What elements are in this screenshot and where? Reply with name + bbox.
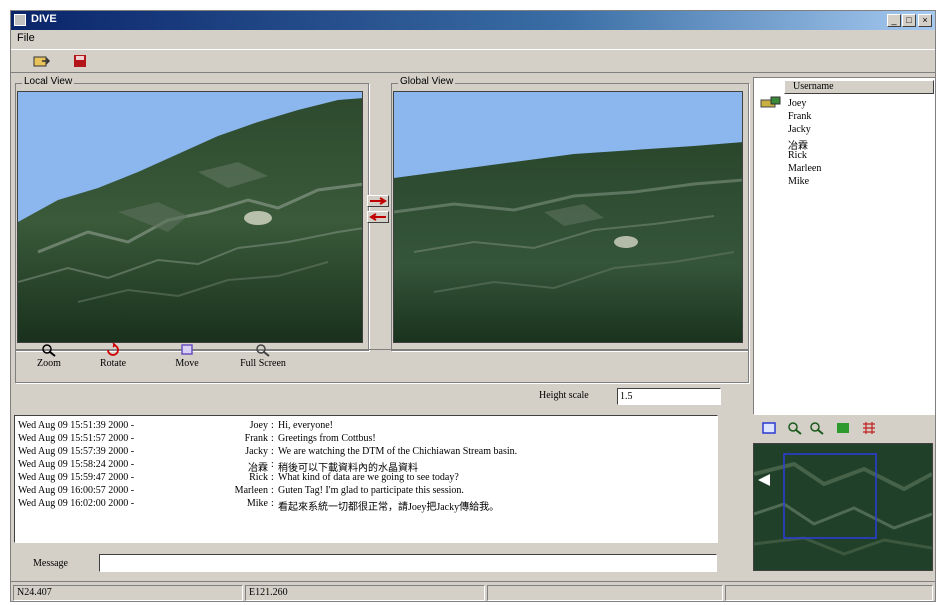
chat-separator: : [271,498,274,509]
terrain-render-global [394,142,742,342]
sync-to-global-button[interactable] [367,195,389,207]
status-cell-4 [725,585,933,601]
move-label: Move [175,358,199,369]
chat-separator: : [271,472,274,483]
user-list-item[interactable]: Marleen [788,163,821,176]
chat-separator: : [271,446,274,457]
chat-user: Jacky [245,446,268,457]
chat-text: Greetings from Cottbus! [278,433,376,444]
status-bar: N24.407 E121.260 [11,581,935,602]
chat-text: We are watching the DTM of the Chichiawa… [278,446,518,457]
global-view-label: Global View [398,76,456,87]
global-view-canvas[interactable] [393,91,743,343]
chat-timestamp: Wed Aug 09 15:51:39 2000 - [18,420,135,431]
chat-text: Guten Tag! I'm glad to participate this … [278,485,464,496]
rotate-tool[interactable]: Rotate [85,343,141,369]
status-cell-3 [487,585,723,601]
status-longitude: E121.260 [245,585,485,601]
message-input[interactable] [99,554,717,572]
chat-user: Rick [249,472,268,483]
chat-separator: : [271,420,274,431]
save-icon[interactable] [71,54,89,68]
chat-user: Mike [246,498,268,509]
local-view-label: Local View [22,76,75,87]
user-list-item[interactable]: Mike [788,176,809,189]
message-label: Message [33,558,68,569]
terrain-render-local [18,98,362,342]
menu-file[interactable]: File [17,32,35,44]
arrow-right-icon [370,197,387,205]
chat-log[interactable]: Wed Aug 09 15:51:39 2000 - Joey: Hi, every… [14,415,718,543]
local-view-canvas[interactable] [17,91,363,343]
grid-map-icon[interactable] [861,421,877,435]
overview-map[interactable] [753,443,933,571]
chat-timestamp: Wed Aug 09 15:57:39 2000 - [18,446,135,457]
user-list-header[interactable]: Username [784,80,934,94]
user-list-item[interactable]: Rick [788,150,807,163]
chat-timestamp: Wed Aug 09 15:59:47 2000 - [18,472,135,483]
zoom-label: Zoom [37,358,61,369]
refresh-map-icon[interactable] [835,421,851,435]
app-window: DIVE _ □ × File Local View Global View Z… [10,10,936,602]
chat-timestamp: Wed Aug 09 15:58:24 2000 - [18,459,135,470]
minimize-button[interactable]: _ [887,14,901,27]
close-button[interactable]: × [918,14,932,27]
chat-separator: : [271,485,274,496]
user-list-item[interactable]: Jacky [788,124,811,137]
user-list: Username Joey Frank Jacky 冶霖 Rick Marleen Mike [753,77,935,415]
chat-user: Joey [249,420,268,431]
user-list-item[interactable]: 冶霖 [788,137,808,152]
toolbar [11,49,935,73]
folder-icon[interactable] [33,54,51,68]
user-list-item[interactable]: Frank [788,111,811,124]
magnifier-icon [42,344,56,357]
zoom-tool[interactable]: Zoom [21,343,77,369]
chat-text: 看起來系統一切都很正常，請Joey把Jacky傳給我。 [278,502,500,513]
chat-timestamp: Wed Aug 09 16:02:00 2000 - [18,498,135,509]
rotate-label: Rotate [99,358,127,369]
fullscreen-tool[interactable]: Full Screen [231,343,295,369]
window-title: DIVE [31,13,57,25]
maximize-button[interactable]: □ [902,14,916,27]
chat-timestamp: Wed Aug 09 16:00:57 2000 - [18,485,135,496]
chat-separator: : [271,459,274,470]
chat-timestamp: Wed Aug 09 15:51:57 2000 - [18,433,135,444]
chat-user: Marleen [234,485,268,496]
app-icon [14,14,26,26]
height-scale-label: Height scale [539,390,589,401]
overview-map-image [754,444,932,570]
arrow-left-icon [369,213,386,221]
fullscreen-label: Full Screen [240,358,286,369]
zoom-extent-icon [256,344,270,357]
rotate-icon [107,343,119,356]
chat-text: What kind of data are we going to see to… [278,472,459,483]
menu-bar: File [11,30,935,48]
move-tool[interactable]: Move [159,343,215,369]
chat-text: Hi, everyone! [278,420,333,431]
title-bar: DIVE _ □ × [11,11,935,30]
height-scale-input[interactable]: 1.5 [617,388,721,405]
status-latitude: N24.407 [13,585,243,601]
user-list-item[interactable]: Joey [788,98,806,111]
map-toolbar [753,417,935,439]
progress-strip [11,601,935,602]
move-icon [181,344,193,355]
chat-user: Frank [244,433,268,444]
chat-separator: : [271,433,274,444]
zoom-in-map-icon[interactable] [787,421,803,435]
active-user-icon [760,96,781,108]
select-area-icon[interactable] [761,421,777,435]
zoom-out-map-icon[interactable] [809,421,825,435]
sync-to-local-button[interactable] [367,211,389,223]
